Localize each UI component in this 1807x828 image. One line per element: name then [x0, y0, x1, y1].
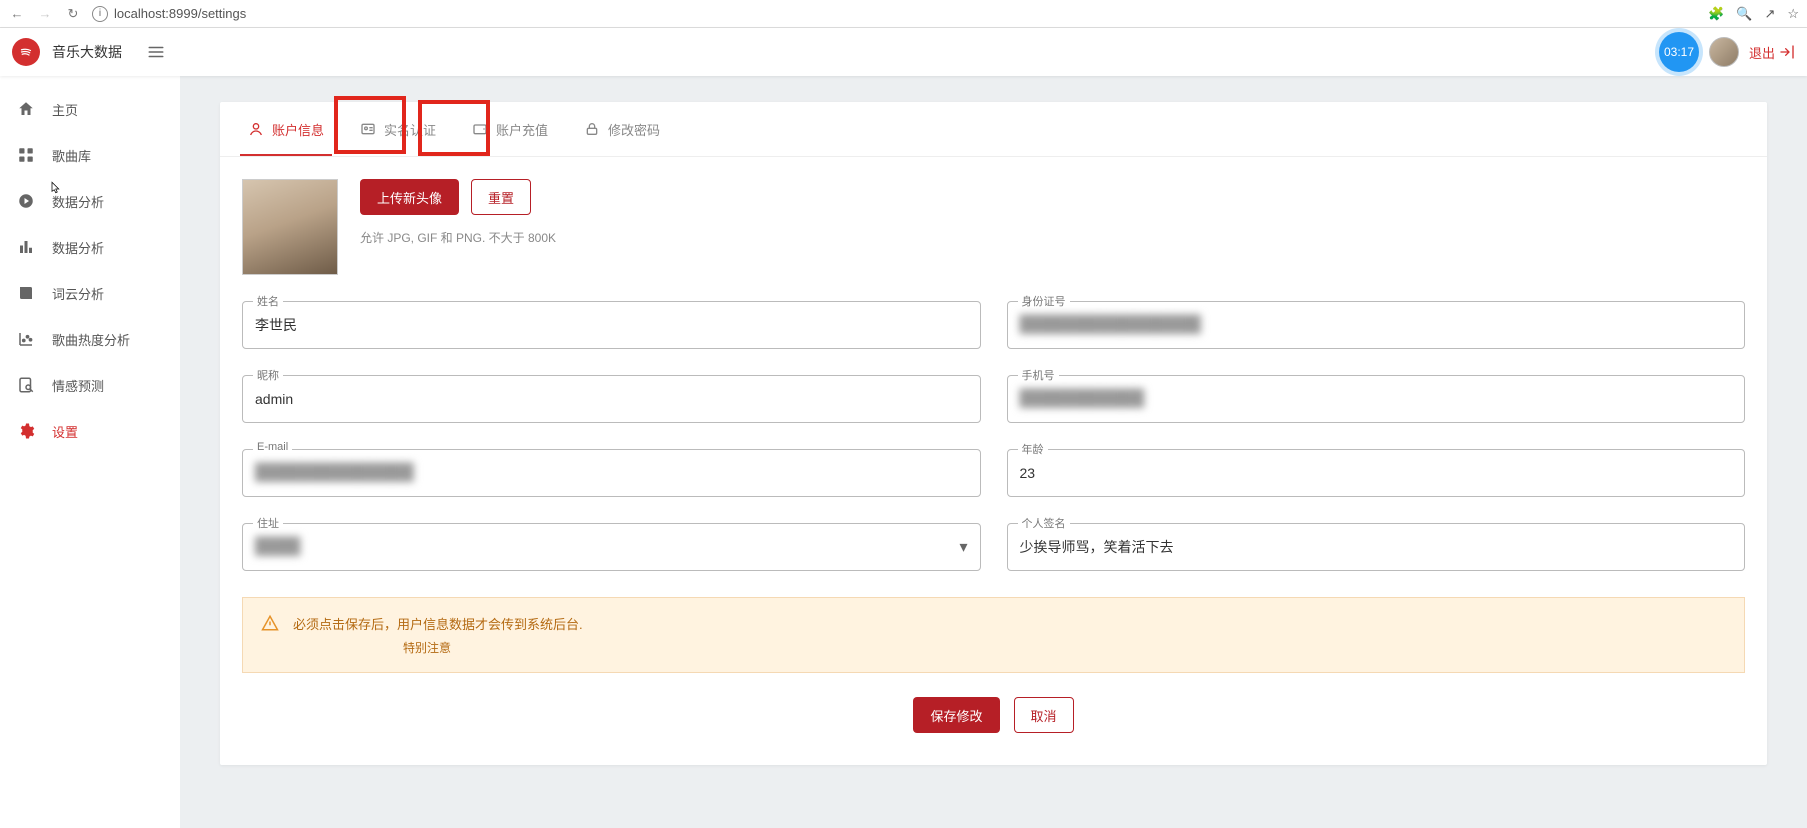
sidebar-item-label: 词云分析: [52, 284, 104, 303]
sidebar-item-label: 主页: [52, 100, 78, 119]
tabs: 账户信息 实名认证 账户充值 修改密码: [220, 102, 1767, 157]
sidebar-item-label: 数据分析: [52, 192, 104, 211]
button-label: 重置: [488, 188, 514, 207]
sidebar-item-label: 数据分析: [52, 238, 104, 257]
forward-icon[interactable]: →: [36, 6, 54, 21]
field-idno[interactable]: 身份证号 ████████████████: [1007, 301, 1746, 349]
zoom-icon[interactable]: 🔍: [1736, 6, 1752, 22]
field-signature[interactable]: 个人签名: [1007, 523, 1746, 571]
field-phone[interactable]: 手机号 ███████████: [1007, 375, 1746, 423]
scatter-icon: [16, 329, 36, 349]
tab-label: 账户信息: [272, 120, 324, 139]
sidebar-item-songs[interactable]: 歌曲库: [0, 132, 180, 178]
nickname-input[interactable]: [255, 391, 968, 407]
sidebar-item-label: 设置: [52, 422, 78, 441]
field-label: 住址: [253, 515, 283, 531]
annotation-box-recharge: [418, 100, 490, 156]
tab-label: 修改密码: [608, 120, 660, 139]
warning-icon: [261, 614, 279, 656]
field-label: 姓名: [253, 293, 283, 309]
field-address[interactable]: 住址 ████ ▾: [242, 523, 981, 571]
book-icon: [16, 283, 36, 303]
sidebar-item-emotion[interactable]: 情感预测: [0, 362, 180, 408]
field-label: 身份证号: [1018, 293, 1070, 309]
button-label: 取消: [1031, 706, 1057, 725]
timer-text: 03:17: [1664, 45, 1694, 59]
name-input[interactable]: [255, 317, 968, 333]
sidebar: 主页 歌曲库 数据分析 数据分析 词云分析 歌曲热度分析 情感预测 设置: [0, 76, 180, 828]
field-age[interactable]: 年龄: [1007, 449, 1746, 497]
avatar-hint: 允许 JPG, GIF 和 PNG. 不大于 800K: [360, 229, 556, 246]
menu-toggle[interactable]: [142, 38, 170, 66]
search-doc-icon: [16, 375, 36, 395]
settings-card: 账户信息 实名认证 账户充值 修改密码: [220, 102, 1767, 765]
sidebar-item-home[interactable]: 主页: [0, 86, 180, 132]
app-logo: [12, 38, 40, 66]
tab-account-info[interactable]: 账户信息: [230, 102, 342, 156]
sidebar-item-analysis-1[interactable]: 数据分析: [0, 178, 180, 224]
field-label: E-mail: [253, 441, 292, 453]
timer-badge[interactable]: 03:17: [1659, 32, 1699, 72]
cancel-button[interactable]: 取消: [1014, 697, 1074, 733]
back-icon[interactable]: ←: [8, 6, 26, 21]
annotation-box-realname: [334, 96, 406, 154]
address-value: ████: [255, 538, 300, 556]
grid-icon: [16, 145, 36, 165]
field-name[interactable]: 姓名: [242, 301, 981, 349]
field-label: 年龄: [1018, 441, 1048, 457]
field-label: 昵称: [253, 367, 283, 383]
save-warning-alert: 必须点击保存后，用户信息数据才会传到系统后台. 特别注意: [242, 597, 1745, 673]
idno-value: ████████████████: [1020, 316, 1201, 334]
sidebar-item-settings[interactable]: 设置: [0, 408, 180, 454]
sidebar-item-label: 歌曲库: [52, 146, 91, 165]
lock-icon: [584, 121, 600, 137]
logout-label: 退出: [1749, 43, 1775, 62]
field-email[interactable]: E-mail ██████████████: [242, 449, 981, 497]
info-icon: i: [92, 6, 108, 22]
address-bar[interactable]: i localhost:8999/settings: [92, 6, 246, 22]
reset-avatar-button[interactable]: 重置: [471, 179, 531, 215]
bookmark-icon[interactable]: ☆: [1787, 6, 1799, 22]
field-nickname[interactable]: 昵称: [242, 375, 981, 423]
button-label: 上传新头像: [377, 188, 442, 207]
play-circle-icon: [16, 191, 36, 211]
share-icon[interactable]: ↗: [1764, 6, 1775, 22]
alert-line-1: 必须点击保存后，用户信息数据才会传到系统后台.: [293, 614, 583, 633]
button-label: 保存修改: [930, 706, 982, 725]
user-circle-icon: [248, 121, 264, 137]
chevron-down-icon: ▾: [959, 537, 967, 557]
field-label: 个人签名: [1018, 515, 1070, 531]
signature-input[interactable]: [1020, 539, 1733, 555]
url-text: localhost:8999/settings: [114, 6, 246, 21]
gear-icon: [16, 421, 36, 441]
refresh-icon[interactable]: ↻: [64, 6, 82, 22]
sidebar-item-analysis-2[interactable]: 数据分析: [0, 224, 180, 270]
phone-value: ███████████: [1020, 390, 1145, 408]
age-input[interactable]: [1020, 465, 1733, 481]
tab-label: 账户充值: [496, 120, 548, 139]
home-icon: [16, 99, 36, 119]
upload-avatar-button[interactable]: 上传新头像: [360, 179, 459, 215]
extensions-icon[interactable]: 🧩: [1708, 6, 1724, 22]
field-label: 手机号: [1018, 367, 1059, 383]
sidebar-item-label: 歌曲热度分析: [52, 330, 130, 349]
tab-password[interactable]: 修改密码: [566, 102, 678, 156]
app-title: 音乐大数据: [52, 42, 122, 62]
sidebar-item-wordcloud[interactable]: 词云分析: [0, 270, 180, 316]
save-button[interactable]: 保存修改: [913, 697, 999, 733]
browser-bar: ← → ↻ i localhost:8999/settings 🧩 🔍 ↗ ☆: [0, 0, 1807, 28]
alert-line-2: 特别注意: [293, 639, 583, 656]
sidebar-item-label: 情感预测: [52, 376, 104, 395]
email-value: ██████████████: [255, 464, 414, 482]
form-content: 上传新头像 重置 允许 JPG, GIF 和 PNG. 不大于 800K 姓名 …: [220, 157, 1767, 765]
logout-link[interactable]: 退出: [1749, 43, 1795, 62]
avatar-large: [242, 179, 338, 275]
app-bar: 音乐大数据 03:17 退出: [0, 28, 1807, 76]
avatar-small[interactable]: [1709, 37, 1739, 67]
main: 账户信息 实名认证 账户充值 修改密码: [180, 76, 1807, 828]
sidebar-item-hot[interactable]: 歌曲热度分析: [0, 316, 180, 362]
bar-chart-icon: [16, 237, 36, 257]
